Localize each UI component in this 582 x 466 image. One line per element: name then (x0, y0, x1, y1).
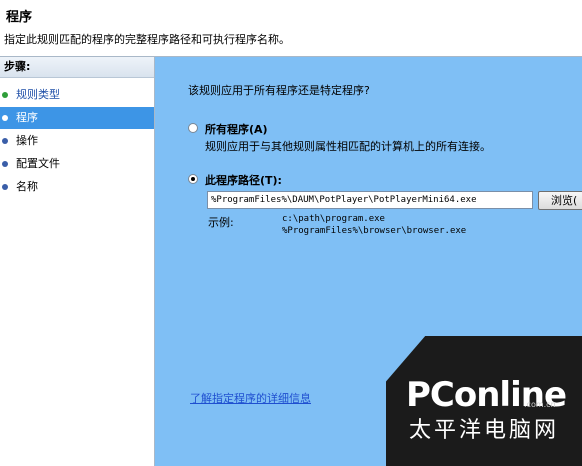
watermark-domain: .com.cn (524, 400, 556, 409)
option-path-label: 此程序路径(T): (205, 174, 282, 187)
browse-button[interactable]: 浏览( (538, 191, 582, 210)
step-pending-icon (2, 138, 8, 144)
example-line: c:\path\program.exe (282, 214, 385, 224)
program-path-input[interactable]: %ProgramFiles%\DAUM\PotPlayer\PotPlayerM… (207, 191, 533, 209)
step-pending-icon (2, 184, 8, 190)
step-name[interactable]: 名称 (0, 176, 154, 198)
step-label: 配置文件 (16, 157, 60, 170)
example-line: %ProgramFiles%\browser\browser.exe (282, 226, 467, 236)
example-label: 示例: (208, 216, 234, 229)
steps-list: 规则类型 程序 操作 配置文件 名称 (0, 84, 154, 198)
steps-heading: 步骤: (0, 57, 154, 78)
steps-sidebar: 步骤: 规则类型 程序 操作 配置文件 名称 (0, 57, 155, 466)
radio-this-program-path[interactable] (188, 174, 198, 184)
step-profile[interactable]: 配置文件 (0, 153, 154, 175)
watermark-chinese: 太平洋电脑网 (409, 418, 560, 443)
step-rule-type[interactable]: 规则类型 (0, 84, 154, 106)
step-complete-icon (2, 92, 8, 98)
learn-more-link[interactable]: 了解指定程序的详细信息 (190, 390, 311, 406)
step-label: 规则类型 (16, 88, 60, 101)
step-label: 名称 (16, 180, 38, 193)
step-label: 操作 (16, 134, 38, 147)
step-pending-icon (2, 161, 8, 167)
step-action[interactable]: 操作 (0, 130, 154, 152)
step-program[interactable]: 程序 (0, 107, 154, 129)
step-current-icon (2, 115, 8, 121)
option-all-description: 规则应用于与其他规则属性相匹配的计算机上的所有连接。 (205, 140, 491, 153)
radio-all-programs[interactable] (188, 123, 198, 133)
watermark-logo: PConline (406, 375, 567, 415)
page-title: 程序 (6, 10, 33, 25)
question-text: 该规则应用于所有程序还是特定程序? (188, 84, 370, 97)
option-all-label: 所有程序(A) (205, 123, 268, 136)
step-label: 程序 (16, 111, 38, 124)
wizard-header: 程序 指定此规则匹配的程序的完整程序路径和可执行程序名称。 (0, 0, 582, 57)
page-subtitle: 指定此规则匹配的程序的完整程序路径和可执行程序名称。 (4, 33, 290, 46)
